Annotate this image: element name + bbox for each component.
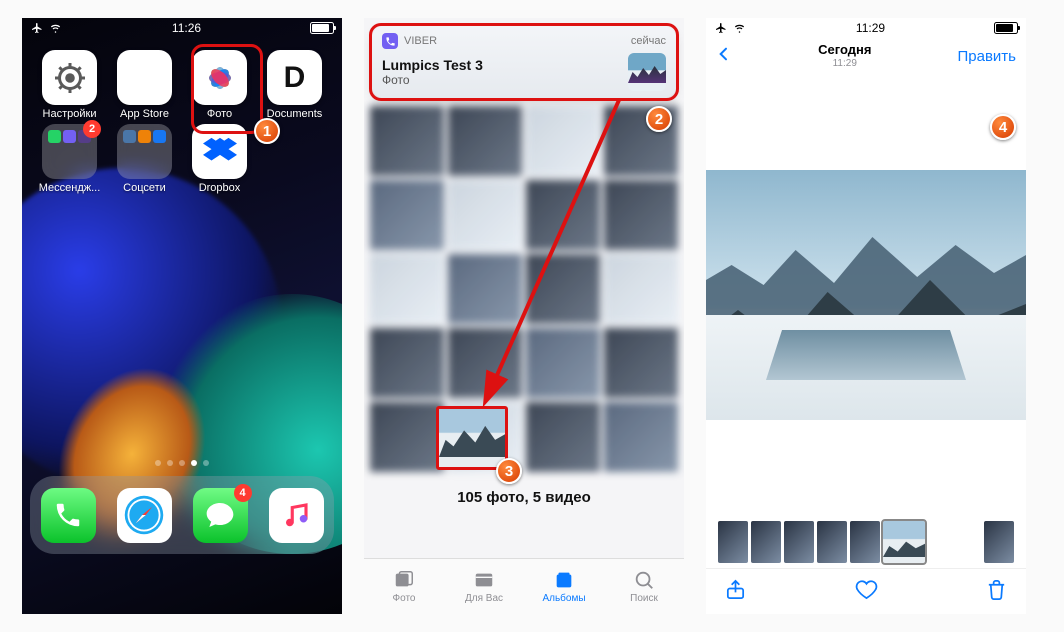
thumbnail[interactable] [751, 521, 781, 563]
nav-title: Сегодня [818, 43, 871, 57]
phone-photo-view: 11:29 Сегодня 11:29 Править [706, 18, 1026, 614]
edit-button[interactable]: Править [957, 48, 1016, 65]
wifi-icon [48, 22, 63, 34]
dock: 4 [30, 476, 334, 554]
airplane-mode-icon [30, 22, 44, 34]
photo-image [706, 170, 1026, 420]
nav-bar: Сегодня 11:29 Править [706, 38, 1026, 74]
thumbnail-strip[interactable] [706, 516, 1026, 568]
app-dropbox[interactable]: Dropbox [184, 124, 255, 194]
notification-subtitle: Фото [382, 73, 483, 87]
folder-icon [117, 124, 172, 179]
share-button[interactable] [724, 578, 747, 606]
nav-subtitle: 11:29 [818, 58, 871, 69]
dock-phone[interactable] [41, 488, 96, 543]
thumbnail[interactable] [850, 521, 880, 563]
album-count-caption: 105 фото, 5 видео [364, 489, 684, 506]
folder-social[interactable]: Соцсети [109, 124, 180, 194]
dropbox-icon [192, 124, 247, 179]
battery-icon [994, 22, 1018, 34]
settings-icon [42, 50, 97, 105]
thumbnail[interactable] [718, 521, 748, 563]
tab-albums[interactable]: Альбомы [524, 559, 604, 614]
status-bar: 11:29 [706, 18, 1026, 38]
thumbnail-selected[interactable] [883, 521, 925, 563]
blurred-photo-grid [364, 106, 684, 474]
photos-icon [192, 50, 247, 105]
notification-banner[interactable]: VIBER сейчас Lumpics Test 3 Фото [372, 26, 676, 98]
status-bar: 11:26 [22, 18, 342, 38]
latest-photo-thumbnail[interactable] [436, 406, 508, 470]
app-documents[interactable]: D Documents [259, 50, 330, 120]
appstore-icon [117, 50, 172, 105]
step-marker-4: 4 [990, 114, 1016, 140]
page-indicator[interactable] [22, 454, 342, 472]
delete-button[interactable] [985, 578, 1008, 606]
phone-photos-albums: VIBER сейчас Lumpics Test 3 Фото 105 фот… [364, 18, 684, 614]
folder-icon: 2 [42, 124, 97, 179]
tab-for-you[interactable]: Для Вас [444, 559, 524, 614]
notification-app-name: VIBER [404, 35, 437, 47]
step-marker-3: 3 [496, 458, 522, 484]
app-settings[interactable]: Настройки [34, 50, 105, 120]
tab-search[interactable]: Поиск [604, 559, 684, 614]
tab-photos[interactable]: Фото [364, 559, 444, 614]
app-appstore[interactable]: App Store [109, 50, 180, 120]
badge-count: 4 [234, 484, 252, 502]
app-photos[interactable]: Фото [184, 50, 255, 120]
thumbnail[interactable] [984, 521, 1014, 563]
phone-home-screen: 11:26 Настройки App Store [22, 18, 342, 614]
battery-icon [310, 22, 334, 34]
documents-icon: D [267, 50, 322, 105]
dock-messages[interactable]: 4 [193, 488, 248, 543]
step-marker-1: 1 [254, 118, 280, 144]
folder-messengers[interactable]: 2 Мессендж... [34, 124, 105, 194]
status-time: 11:26 [172, 21, 201, 35]
thumbnail[interactable] [784, 521, 814, 563]
app-grid: Настройки App Store Фото [22, 38, 342, 194]
notification-thumbnail [628, 53, 666, 91]
back-button[interactable] [716, 44, 732, 69]
badge-count: 2 [83, 120, 101, 138]
notification-title: Lumpics Test 3 [382, 57, 483, 73]
wifi-icon [732, 22, 747, 34]
photo-viewport[interactable] [706, 74, 1026, 516]
bottom-toolbar [706, 568, 1026, 614]
status-time: 11:29 [856, 21, 885, 35]
step-marker-2: 2 [646, 106, 672, 132]
tab-bar: Фото Для Вас Альбомы Поиск [364, 558, 684, 614]
viber-icon [382, 33, 398, 49]
dock-safari[interactable] [117, 488, 172, 543]
thumbnail[interactable] [817, 521, 847, 563]
notification-time: сейчас [631, 35, 666, 47]
airplane-mode-icon [714, 22, 728, 34]
dock-music[interactable] [269, 488, 324, 543]
favorite-button[interactable] [855, 578, 878, 606]
